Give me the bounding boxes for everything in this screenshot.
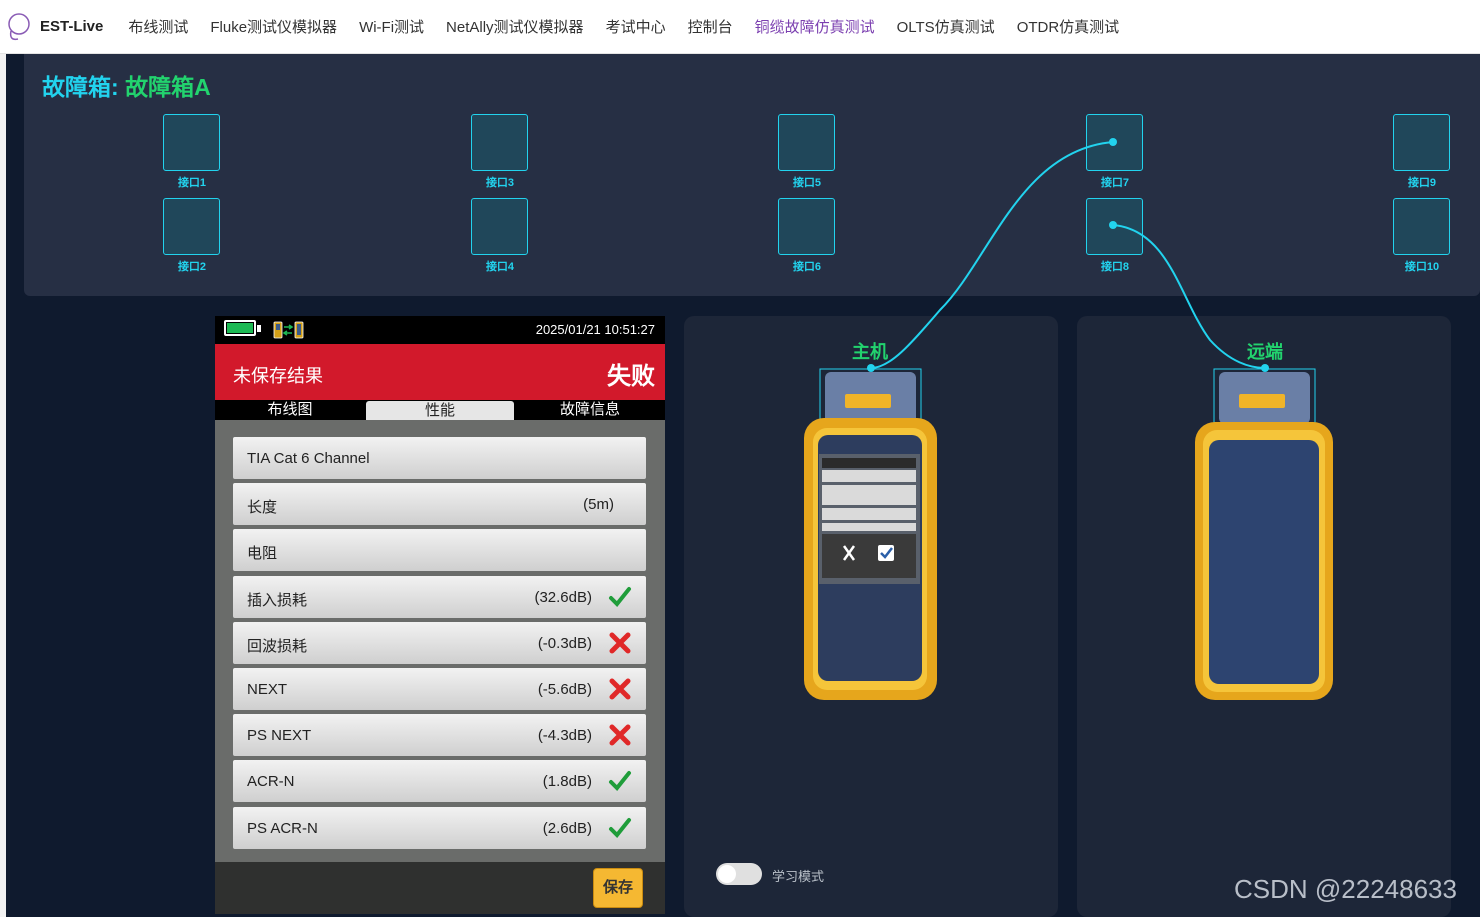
nav-item[interactable]: 布线测试	[128, 16, 188, 37]
result-row-value: (1.8dB)	[542, 773, 592, 791]
result-text: 未保存结果	[233, 366, 323, 386]
result-tabs: 布线图 性能 故障信息	[215, 400, 665, 420]
remote-unit-label: 远端	[1247, 342, 1283, 362]
save-button[interactable]: 保存	[593, 868, 643, 908]
app-name: EST-Live	[40, 18, 104, 35]
port-label: 接口4	[485, 261, 515, 273]
pass-check-icon	[609, 586, 631, 607]
result-row-value: (-4.3dB)	[537, 727, 592, 745]
port-6[interactable]	[778, 198, 835, 255]
fault-box-panel: 故障箱: 故障箱A	[24, 54, 1480, 296]
tester-screen: 2025/01/21 10:51:27 未保存结果 失败 布线图 性能 故障信息 T…	[215, 316, 665, 914]
port-label: 接口9	[1407, 177, 1437, 189]
result-row-value: (5m)	[583, 496, 614, 514]
learning-mode-switch[interactable]	[716, 863, 762, 885]
switch-knob	[718, 865, 736, 883]
result-row-label: 插入损耗	[247, 591, 308, 609]
nav-item[interactable]: 控制台	[688, 16, 733, 37]
logo-icon	[8, 12, 30, 40]
tab-1[interactable]: 性能	[366, 401, 514, 420]
battery-icon	[224, 320, 256, 336]
port-10[interactable]	[1393, 198, 1450, 255]
port-label: 接口10	[1404, 261, 1440, 273]
learning-mode-label: 学习模式	[772, 869, 825, 884]
connected-devices-icon	[273, 321, 304, 339]
tab-0[interactable]: 布线图	[216, 400, 364, 420]
tab-2[interactable]: 故障信息	[516, 400, 664, 420]
result-row-label: 回波损耗	[247, 637, 308, 655]
result-row-value: (32.6dB)	[534, 588, 592, 606]
port-1[interactable]	[163, 114, 220, 171]
app-logo[interactable]: EST-Live	[6, 11, 103, 43]
result-row[interactable]: 回波损耗 (-0.3dB)	[233, 621, 646, 664]
remote-unit-panel: 远端	[1077, 316, 1451, 917]
remote-unit-device[interactable]	[1187, 368, 1337, 704]
port-label: 接口2	[177, 261, 207, 273]
battery-tip	[257, 325, 261, 332]
result-row-label: TIA Cat 6 Channel	[247, 450, 370, 467]
nav-item[interactable]: Wi-Fi测试	[359, 16, 424, 37]
port-label: 接口3	[485, 177, 515, 189]
result-row-label: 电阻	[247, 545, 278, 563]
result-row[interactable]: NEXT (-5.6dB)	[233, 668, 646, 710]
nav-item[interactable]: OLTS仿真测试	[897, 16, 995, 37]
port-3[interactable]	[471, 114, 528, 171]
fail-x-icon	[609, 678, 631, 700]
port-5[interactable]	[778, 114, 835, 171]
port-8[interactable]	[1086, 198, 1143, 255]
fail-x-icon	[609, 632, 631, 654]
status-bar: 2025/01/21 10:51:27	[215, 316, 665, 344]
nav-item[interactable]: Fluke测试仪模拟器	[210, 16, 337, 37]
tester-bottom-bar: 保存	[215, 862, 665, 914]
port-2[interactable]	[163, 198, 220, 255]
fault-box-title-name: 故障箱A	[125, 74, 211, 100]
port-7[interactable]	[1086, 114, 1143, 171]
result-row[interactable]: ACR-N (1.8dB)	[233, 760, 646, 803]
main-unit-device[interactable]	[797, 368, 943, 704]
nav-item[interactable]: 考试中心	[606, 16, 666, 37]
result-row[interactable]: 电阻	[233, 529, 646, 572]
result-list: TIA Cat 6 Channel 长度 (5m) 电阻插入损耗 (32.6dB) 回波损…	[215, 420, 665, 862]
pass-check-icon	[609, 817, 631, 838]
result-row[interactable]: PS ACR-N (2.6dB)	[233, 806, 646, 849]
result-row[interactable]: TIA Cat 6 Channel	[233, 437, 646, 479]
main-unit-label: 主机	[852, 342, 888, 362]
pass-check-icon	[609, 771, 631, 792]
watermark: CSDN @22248633	[1234, 874, 1457, 904]
port-label: 接口6	[792, 261, 822, 273]
left-edge	[0, 54, 6, 917]
result-row[interactable]: PS NEXT (-4.3dB)	[233, 714, 646, 757]
result-row-value: (2.6dB)	[542, 819, 592, 837]
port-label: 接口7	[1100, 177, 1130, 189]
result-row-label: 长度	[247, 499, 278, 517]
port-label: 接口5	[792, 177, 822, 189]
port-label: 接口8	[1100, 261, 1130, 273]
result-status: 失败	[607, 363, 655, 390]
main-unit-panel: 主机	[684, 316, 1058, 917]
result-row-label: NEXT	[247, 681, 288, 698]
fault-box-title: 故障箱: 故障箱A	[42, 68, 211, 102]
port-4[interactable]	[471, 198, 528, 255]
result-row-value: (-0.3dB)	[537, 634, 592, 652]
result-row[interactable]: 插入损耗 (32.6dB)	[233, 575, 646, 618]
nav-item[interactable]: OTDR仿真测试	[1017, 16, 1120, 37]
top-navbar: EST-Live 布线测试 Fluke测试仪模拟器 Wi-Fi测试 NetAlly测试…	[0, 0, 1480, 54]
result-header: 未保存结果 失败	[215, 344, 665, 400]
result-row-label: ACR-N	[247, 773, 295, 791]
result-row-label: PS ACR-N	[247, 819, 318, 837]
result-row-label: PS NEXT	[247, 727, 312, 745]
result-row[interactable]: 长度 (5m)	[233, 483, 646, 526]
port-9[interactable]	[1393, 114, 1450, 171]
fail-x-icon	[609, 724, 631, 746]
result-row-value: (-5.6dB)	[537, 681, 592, 698]
nav-menu: 布线测试 Fluke测试仪模拟器 Wi-Fi测试 NetAlly测试仪模拟器 考试中心 控…	[117, 16, 1130, 37]
timestamp: 2025/01/21 10:51:27	[535, 322, 655, 337]
nav-item[interactable]: 铜缆故障仿真测试	[755, 16, 875, 37]
fault-box-title-prefix: 故障箱:	[42, 74, 119, 100]
nav-item[interactable]: NetAlly测试仪模拟器	[446, 16, 584, 37]
port-label: 接口1	[177, 177, 207, 189]
